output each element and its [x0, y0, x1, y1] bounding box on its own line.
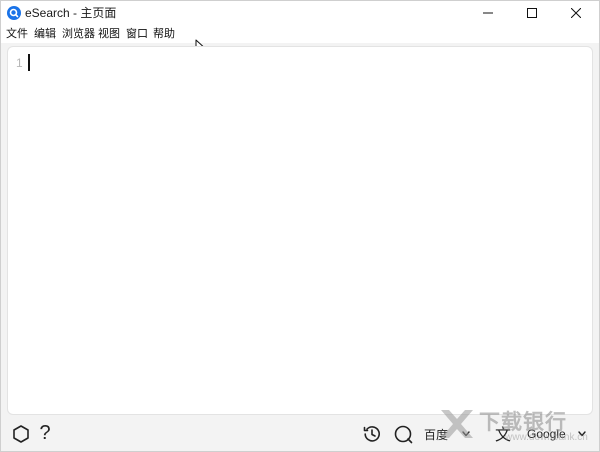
title-bar[interactable]: eSearch - 主页面 [1, 1, 599, 25]
menu-browser[interactable]: 浏览器 [62, 27, 95, 41]
line-number: 1 [16, 56, 23, 70]
help-icon[interactable]: ? [37, 422, 53, 444]
translate-icon[interactable]: 文 [493, 423, 513, 444]
chevron-down-icon [462, 431, 470, 437]
maximize-button[interactable] [510, 1, 554, 25]
translate-engine-select[interactable]: Google [527, 426, 586, 442]
menu-bar: 文件 编辑 浏览器 视图 窗口 帮助 [1, 25, 599, 43]
esearch-logo-icon [7, 6, 21, 20]
search-engine-value: 百度 [424, 427, 449, 442]
minimize-button[interactable] [466, 1, 510, 25]
hexagon-icon[interactable] [11, 424, 31, 444]
menu-file[interactable]: 文件 [6, 27, 28, 41]
menu-help[interactable]: 帮助 [153, 27, 175, 41]
app-window: eSearch - 主页面 文件 编辑 浏览器 视图 窗口 帮助 1 ? 百度 … [0, 0, 600, 452]
history-icon[interactable] [362, 424, 382, 444]
menu-window[interactable]: 窗口 [126, 27, 148, 41]
chevron-down-icon [578, 431, 586, 437]
bottom-toolbar: ? 百度 文 Google [1, 417, 599, 451]
window-title: eSearch - 主页面 [25, 6, 117, 20]
menu-view[interactable]: 视图 [98, 27, 120, 41]
main-text-editor[interactable]: 1 [7, 46, 593, 415]
text-caret [28, 54, 30, 71]
close-icon [571, 8, 581, 18]
search-icon[interactable] [393, 424, 413, 444]
close-button[interactable] [554, 1, 598, 25]
search-engine-select[interactable]: 百度 [424, 426, 470, 442]
maximize-icon [527, 8, 537, 18]
translate-engine-value: Google [527, 427, 566, 441]
minimize-icon [483, 12, 493, 14]
menu-edit[interactable]: 编辑 [34, 27, 56, 41]
